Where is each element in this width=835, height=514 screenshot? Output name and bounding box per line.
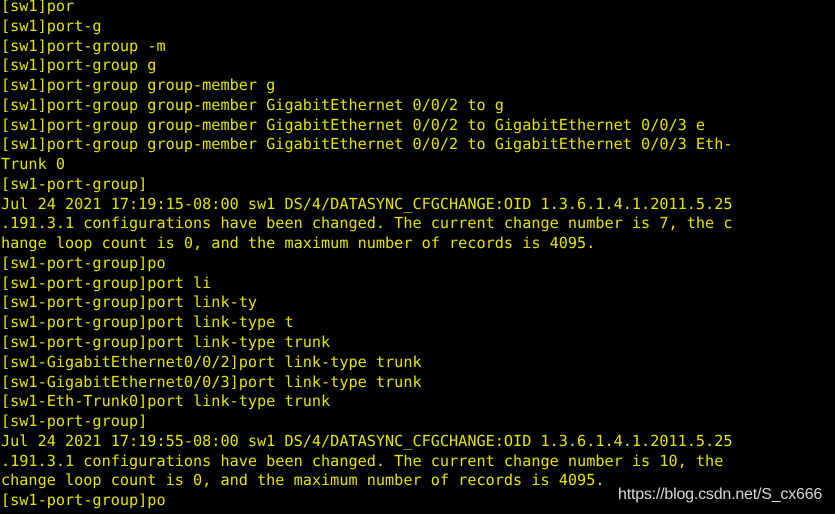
terminal-line: [sw1-port-group]po <box>1 253 166 272</box>
terminal-line: .191.3.1 configurations have been change… <box>1 214 733 233</box>
terminal-line: Trunk 0 <box>1 155 66 174</box>
terminal-line: [sw1-port-group] <box>1 174 148 193</box>
terminal-line: [sw1-GigabitEthernet0/0/3]port link-type… <box>1 372 422 391</box>
terminal-line: [sw1-port-group]port link-ty <box>1 293 258 312</box>
terminal-window[interactable]: [sw1]por [sw1]port-g [sw1]port-group -m [sw… <box>0 0 835 514</box>
terminal-line: [sw1-Eth-Trunk0]port link-type trunk <box>1 392 331 411</box>
terminal-line: [sw1]port-group group-member g <box>1 76 276 95</box>
terminal-line: [sw1]port-group g <box>1 56 157 75</box>
watermark-text: https://blog.csdn.net/S_cx666 <box>618 486 823 503</box>
terminal-line: [sw1]port-group group-member GigabitEthe… <box>1 95 504 114</box>
terminal-line: [sw1-port-group]port li <box>1 273 212 292</box>
terminal-line: [sw1-port-group] <box>1 412 148 431</box>
terminal-line: .191.3.1 configurations have been change… <box>1 451 733 470</box>
terminal-line: [sw1]port-group group-member GigabitEthe… <box>1 135 733 154</box>
terminal-line: [sw1-GigabitEthernet0/0/2]port link-type… <box>1 352 422 371</box>
terminal-output: [sw1]por [sw1]port-g [sw1]port-group -m [sw… <box>0 0 835 511</box>
terminal-line: Jul 24 2021 17:19:55-08:00 sw1 DS/4/DATA… <box>1 431 733 450</box>
terminal-line: [sw1]port-group -m <box>1 36 166 55</box>
terminal-line: [sw1]port-g <box>1 16 102 35</box>
terminal-line: [sw1-port-group]port link-type t <box>1 313 294 332</box>
terminal-line: hange loop count is 0, and the maximum n… <box>1 234 596 253</box>
terminal-line: [sw1]por <box>1 0 75 15</box>
terminal-line: [sw1]port-group group-member GigabitEthe… <box>1 115 706 134</box>
terminal-line: Jul 24 2021 17:19:15-08:00 sw1 DS/4/DATA… <box>1 194 733 213</box>
terminal-line: [sw1-port-group]port link-type trunk <box>1 333 331 352</box>
